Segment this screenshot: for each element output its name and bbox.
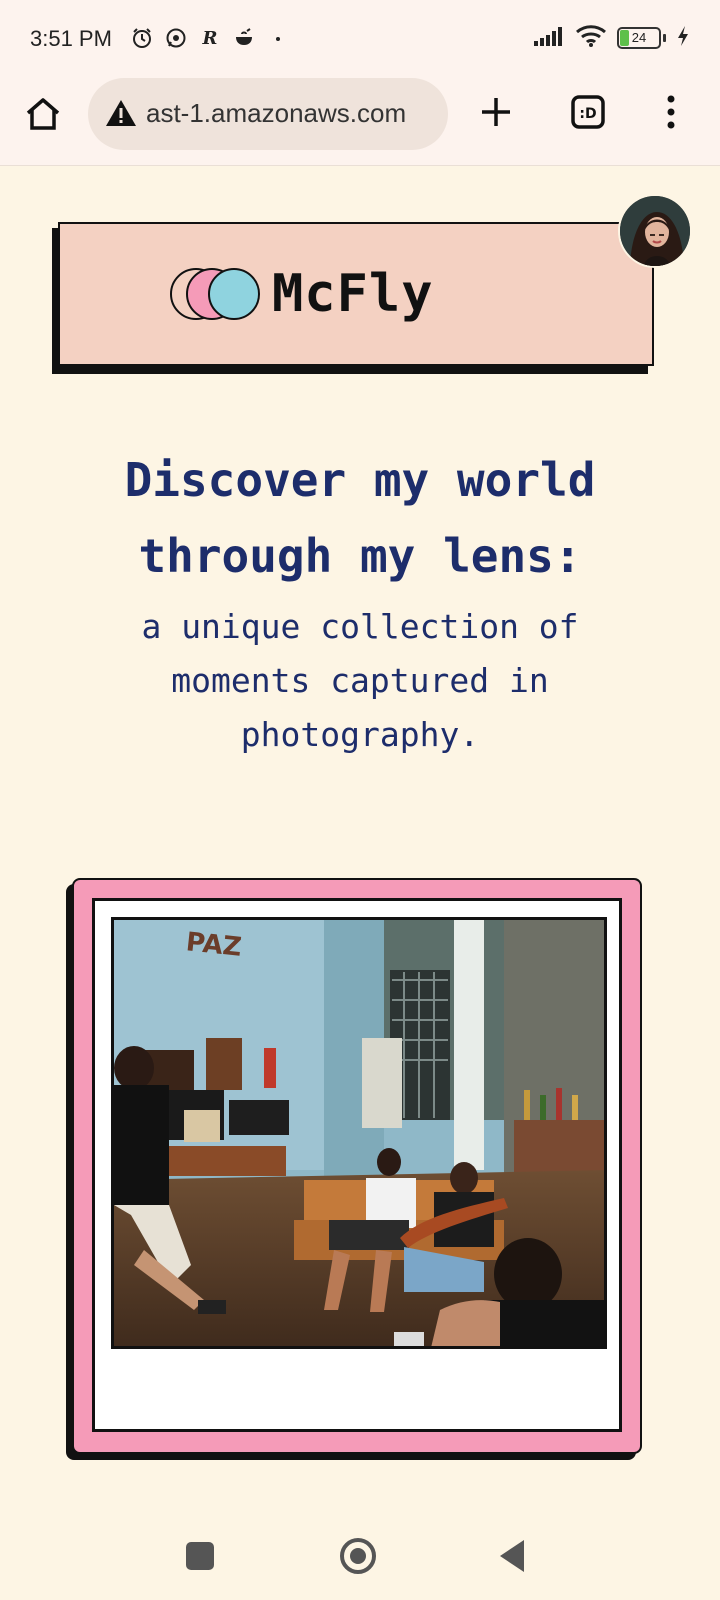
paz-sign: PAZ <box>185 927 243 963</box>
hero-title: Discover my world through my lens: <box>60 442 660 594</box>
header-card: McFly <box>58 222 654 366</box>
more-menu-icon[interactable] <box>664 94 678 134</box>
polaroid-card[interactable]: PAZ <box>92 898 622 1432</box>
battery-cap <box>663 34 666 42</box>
address-bar[interactable]: ast-1.amazonaws.com <box>88 78 448 150</box>
hero-subtitle-line-1: a unique collection of <box>141 607 579 646</box>
r-app-icon: R <box>202 27 218 49</box>
gallery-photo[interactable]: PAZ <box>111 917 607 1349</box>
alarm-icon <box>130 26 154 50</box>
notification-icons: R <box>130 26 290 50</box>
hero-title-line-1: Discover my world <box>124 453 596 507</box>
hero-subtitle: a unique collection of moments captured … <box>60 600 660 762</box>
browser-toolbar: ast-1.amazonaws.com :D <box>0 78 720 166</box>
recents-button[interactable] <box>186 1542 214 1570</box>
battery-level: 24 <box>631 30 647 45</box>
tab-count-label: :D <box>579 106 596 122</box>
whatsapp-icon <box>164 26 188 50</box>
hero-subtitle-line-3: photography. <box>240 715 480 754</box>
charging-icon <box>676 25 690 51</box>
hero-section: Discover my world through my lens: a uni… <box>60 442 660 762</box>
hero-subtitle-line-2: moments captured in <box>171 661 549 700</box>
home-nav-button[interactable] <box>340 1538 376 1574</box>
battery-icon: 24 <box>617 27 661 49</box>
system-nav-bar <box>0 1520 720 1600</box>
more-dot-icon <box>266 26 290 50</box>
not-secure-warning-icon[interactable] <box>104 98 138 132</box>
back-button[interactable] <box>500 1540 524 1572</box>
status-time: 3:51 PM <box>30 26 112 51</box>
url-text[interactable]: ast-1.amazonaws.com <box>146 98 436 129</box>
tab-switcher-button[interactable]: :D <box>570 94 606 134</box>
hero-title-line-2: through my lens: <box>138 529 582 583</box>
brand-name[interactable]: McFly <box>272 264 434 324</box>
mcfly-logo-icon[interactable] <box>170 264 262 324</box>
wifi-icon <box>575 24 607 52</box>
new-tab-icon[interactable] <box>478 94 514 134</box>
photo-frame: PAZ <box>72 878 642 1454</box>
signal-icon <box>533 25 565 51</box>
status-right-icons: 24 <box>533 24 690 52</box>
home-icon[interactable] <box>24 96 62 136</box>
cooking-pot-icon <box>232 26 256 50</box>
status-bar: 3:51 PM R 24 <box>0 0 720 78</box>
avatar[interactable] <box>618 194 692 268</box>
